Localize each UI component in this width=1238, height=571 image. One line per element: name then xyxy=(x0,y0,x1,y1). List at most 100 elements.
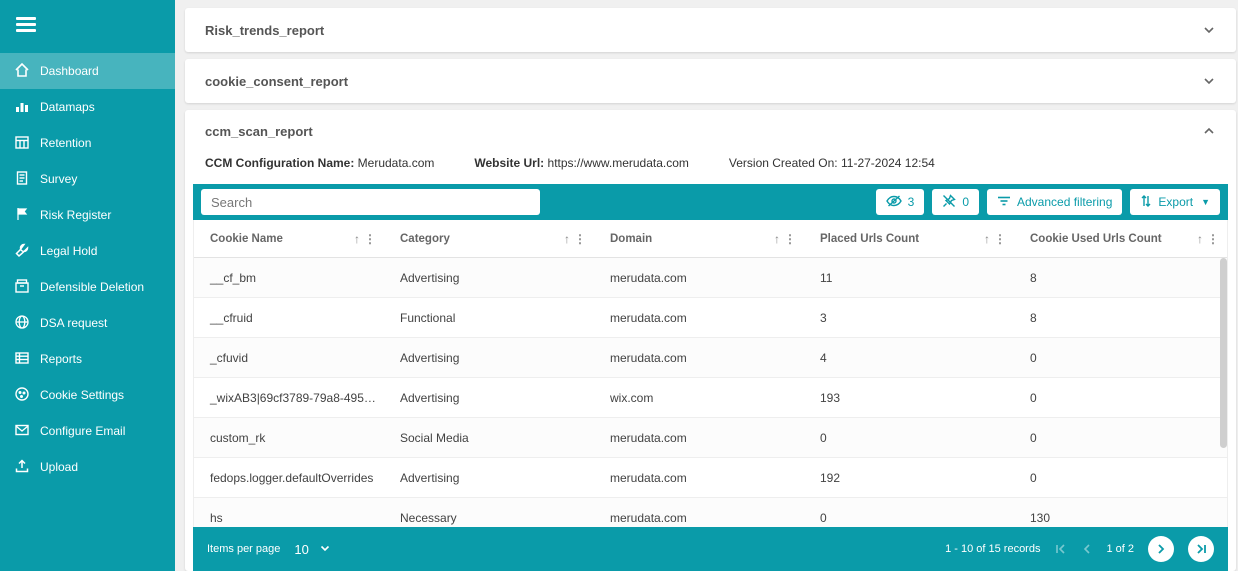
cell-placed-urls-count: 11 xyxy=(820,270,833,285)
sort-arrow-icon[interactable]: ↑ xyxy=(1197,232,1203,246)
sidebar-item-dashboard[interactable]: Dashboard xyxy=(0,53,175,89)
items-per-page-dropdown[interactable] xyxy=(319,543,331,556)
accordion-title: ccm_scan_report xyxy=(205,123,313,139)
table-row: custom_rk Social Media merudata.com 0 0 xyxy=(194,418,1227,458)
chevron-down-icon[interactable] xyxy=(1202,23,1216,37)
sidebar-item-cookie-settings[interactable]: Cookie Settings xyxy=(0,377,175,413)
export-button[interactable]: Export ▼ xyxy=(1130,189,1220,215)
sort-arrow-icon[interactable]: ↑ xyxy=(774,232,780,246)
sidebar: Dashboard Datamaps Retention Survey Risk… xyxy=(0,0,175,571)
cell-placed-urls-count: 0 xyxy=(820,510,827,525)
first-page-button[interactable] xyxy=(1054,543,1068,555)
visibility-button[interactable]: 3 xyxy=(875,189,925,215)
sidebar-item-dsa-request[interactable]: DSA request xyxy=(0,305,175,341)
previous-page-button[interactable] xyxy=(1082,543,1092,555)
column-menu-icon[interactable]: ⋮ xyxy=(994,232,1006,246)
sidebar-item-label: Survey xyxy=(40,172,78,186)
sidebar-item-risk-register[interactable]: Risk Register xyxy=(0,197,175,233)
sidebar-item-upload[interactable]: Upload xyxy=(0,449,175,485)
cell-cookie-name: hs xyxy=(210,510,223,525)
table-row: _wixAB3|69cf3789-79a8-4954-9efb-44e5... … xyxy=(194,378,1227,418)
sidebar-item-retention[interactable]: Retention xyxy=(0,125,175,161)
cell-category: Advertising xyxy=(400,470,460,485)
column-header-cookie-name[interactable]: Cookie Name ↑ ⋮ xyxy=(194,220,384,257)
cell-cookie-used-urls-count: 8 xyxy=(1030,270,1037,285)
ccm-config-name: CCM Configuration Name: Merudata.com xyxy=(205,156,435,170)
cell-domain: merudata.com xyxy=(610,310,687,325)
report-icon xyxy=(14,350,30,369)
accordion-risk-trends-report[interactable]: Risk_trends_report xyxy=(185,8,1236,52)
items-per-page-value: 10 xyxy=(294,541,309,557)
sidebar-item-legal-hold[interactable]: Legal Hold xyxy=(0,233,175,269)
chevron-down-icon[interactable] xyxy=(1202,74,1216,88)
cell-domain: merudata.com xyxy=(610,430,687,445)
cell-cookie-name: custom_rk xyxy=(210,430,266,445)
globe-icon xyxy=(14,314,30,333)
column-menu-icon[interactable]: ⋮ xyxy=(1207,232,1219,246)
next-page-button[interactable] xyxy=(1148,536,1174,562)
column-menu-icon[interactable]: ⋮ xyxy=(784,232,796,246)
sidebar-item-survey[interactable]: Survey xyxy=(0,161,175,197)
sidebar-item-label: Legal Hold xyxy=(40,244,98,258)
column-header-category[interactable]: Category ↑ ⋮ xyxy=(384,220,594,257)
calendar-icon xyxy=(14,134,30,153)
sidebar-item-label: Dashboard xyxy=(40,64,99,78)
cell-domain: merudata.com xyxy=(610,470,687,485)
cell-category: Advertising xyxy=(400,350,460,365)
column-menu-icon[interactable]: ⋮ xyxy=(574,232,586,246)
sort-arrow-icon[interactable]: ↑ xyxy=(354,232,360,246)
sidebar-item-label: DSA request xyxy=(40,316,108,330)
pin-button[interactable]: 0 xyxy=(932,189,979,215)
main-content: Risk_trends_report cookie_consent_report… xyxy=(175,0,1238,571)
sidebar-item-defensible-deletion[interactable]: Defensible Deletion xyxy=(0,269,175,305)
search-input[interactable] xyxy=(201,189,541,215)
visibility-count: 3 xyxy=(907,195,915,209)
upload-icon xyxy=(14,458,30,477)
column-header-placed-urls-count[interactable]: Placed Urls Count ↑ ⋮ xyxy=(804,220,1014,257)
sidebar-item-configure-email[interactable]: Configure Email xyxy=(0,413,175,449)
cell-placed-urls-count: 192 xyxy=(820,470,841,485)
accordion-title: Risk_trends_report xyxy=(205,22,325,38)
sidebar-item-label: Retention xyxy=(40,136,92,150)
records-range-text: 1 - 10 of 15 records xyxy=(945,543,1041,555)
accordion-cookie-consent-report[interactable]: cookie_consent_report xyxy=(185,59,1236,103)
sidebar-item-label: Reports xyxy=(40,352,83,366)
cell-cookie-name: fedops.logger.defaultOverrides xyxy=(210,470,374,485)
last-page-button[interactable] xyxy=(1188,536,1214,562)
sidebar-item-label: Configure Email xyxy=(40,424,126,438)
sidebar-item-label: Upload xyxy=(40,460,79,474)
pin-off-icon xyxy=(942,193,957,211)
cookie-icon xyxy=(14,386,30,405)
vertical-scrollbar[interactable] xyxy=(1220,258,1227,448)
column-menu-icon[interactable]: ⋮ xyxy=(364,232,376,246)
chevron-up-icon[interactable] xyxy=(1202,124,1216,138)
advanced-filtering-button[interactable]: Advanced filtering xyxy=(987,189,1123,215)
sidebar-item-datamaps[interactable]: Datamaps xyxy=(0,89,175,125)
cell-placed-urls-count: 3 xyxy=(820,310,827,325)
pagination-bar: Items per page 10 1 - 10 of 15 records 1… xyxy=(193,527,1228,571)
cell-cookie-used-urls-count: 8 xyxy=(1030,310,1037,325)
sidebar-item-label: Defensible Deletion xyxy=(40,280,145,294)
sort-arrow-icon[interactable]: ↑ xyxy=(984,232,990,246)
report-meta: CCM Configuration Name: Merudata.com Web… xyxy=(185,152,1236,184)
eye-off-icon xyxy=(885,194,902,211)
sidebar-nav: Dashboard Datamaps Retention Survey Risk… xyxy=(0,53,175,485)
wrench-icon xyxy=(14,242,30,261)
mail-icon xyxy=(14,422,30,441)
sidebar-item-reports[interactable]: Reports xyxy=(0,341,175,377)
table-row: hs Necessary merudata.com 0 130 xyxy=(194,498,1227,527)
website-url: Website Url: https://www.merudata.com xyxy=(474,156,689,170)
column-header-cookie-used-urls-count[interactable]: Cookie Used Urls Count ↑ ⋮ xyxy=(1014,220,1227,257)
cell-placed-urls-count: 193 xyxy=(820,390,841,405)
column-header-domain[interactable]: Domain ↑ ⋮ xyxy=(594,220,804,257)
sort-arrow-icon[interactable]: ↑ xyxy=(564,232,570,246)
cell-placed-urls-count: 0 xyxy=(820,430,827,445)
cell-domain: wix.com xyxy=(610,390,654,405)
accordion-title: cookie_consent_report xyxy=(205,73,349,89)
cell-category: Advertising xyxy=(400,270,460,285)
cell-cookie-name: _wixAB3|69cf3789-79a8-4954-9efb-44e5... xyxy=(210,390,384,405)
cell-category: Necessary xyxy=(400,510,457,525)
hamburger-menu-icon[interactable] xyxy=(0,0,175,45)
accordion-ccm-scan-report-header[interactable]: ccm_scan_report xyxy=(185,110,1236,152)
app-root: Dashboard Datamaps Retention Survey Risk… xyxy=(0,0,1238,571)
